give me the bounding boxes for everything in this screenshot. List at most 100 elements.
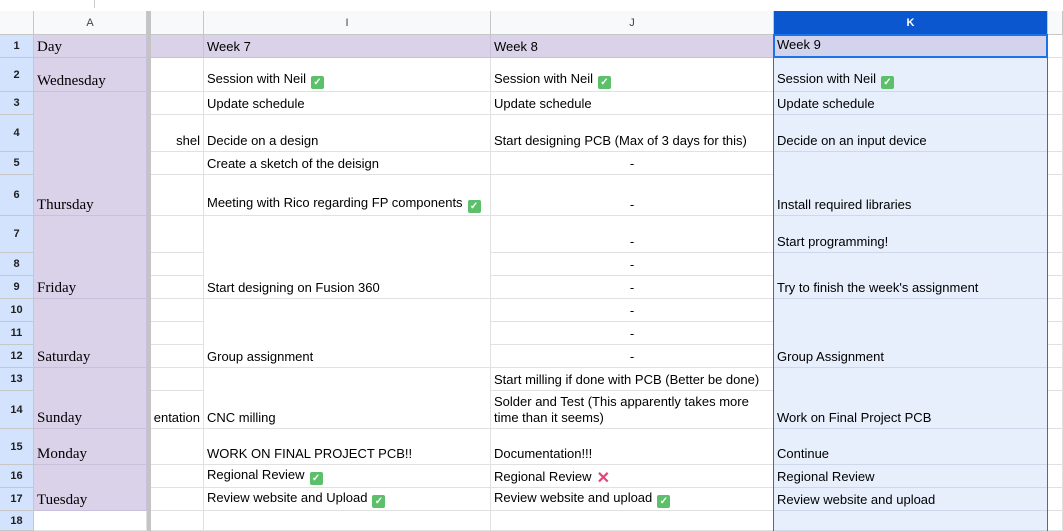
row-header-18[interactable]: 18 [0,511,34,531]
empty-cell[interactable] [1048,92,1063,115]
empty-cell[interactable] [1048,488,1063,511]
row-header-16[interactable]: 16 [0,465,34,488]
task-cell[interactable]: Try to finish the week's assignment [774,253,1048,299]
task-cell[interactable]: Documentation!!! [491,429,774,465]
task-cell[interactable]: Start designing PCB (Max of 3 days for t… [491,115,774,152]
task-cell[interactable]: - [491,322,774,345]
empty-cell[interactable] [204,511,491,531]
row-header-1[interactable]: 1 [0,35,34,58]
empty-cell[interactable] [491,511,774,531]
task-cell[interactable]: Start designing on Fusion 360 [204,216,491,299]
day-cell[interactable]: Tuesday [34,465,147,511]
row-header-2[interactable]: 2 [0,58,34,92]
week-header-cell[interactable]: Week 8 [491,35,774,58]
empty-cell[interactable] [151,276,204,299]
row-header-17[interactable]: 17 [0,488,34,511]
empty-cell[interactable] [151,465,204,488]
row-header-13[interactable]: 13 [0,368,34,391]
column-header-j[interactable]: J [491,11,774,35]
task-cell[interactable]: entation [151,391,204,429]
row-header-7[interactable]: 7 [0,216,34,253]
empty-cell[interactable] [1048,216,1063,253]
task-cell[interactable]: Review website and upload [774,488,1048,511]
task-cell[interactable]: - [491,276,774,299]
task-cell[interactable]: - [491,216,774,253]
task-cell[interactable]: CNC milling [204,368,491,429]
empty-cell[interactable] [1048,115,1063,152]
column-header-i[interactable]: I [204,11,491,35]
task-cell[interactable]: Session with Neil ✓ [774,58,1048,92]
empty-cell[interactable] [151,299,204,322]
task-cell[interactable]: Regional Review [774,465,1048,488]
empty-cell[interactable] [151,152,204,175]
task-cell[interactable]: Meeting with Rico regarding FP component… [204,175,491,216]
empty-cell[interactable] [1048,253,1063,276]
row-header-11[interactable]: 11 [0,322,34,345]
freeze-column-divider[interactable] [147,11,151,531]
task-cell[interactable]: shel [151,115,204,152]
task-cell[interactable]: Install required libraries [774,152,1048,216]
empty-cell[interactable] [151,175,204,216]
task-cell[interactable]: Start milling if done with PCB (Better b… [491,368,774,391]
column-header-a[interactable]: A [34,11,147,35]
column-header-k[interactable]: K [774,11,1048,35]
empty-cell[interactable] [151,322,204,345]
task-cell[interactable]: Solder and Test (This apparently takes m… [491,391,774,429]
task-cell[interactable]: Start programming! [774,216,1048,253]
row-header-6[interactable]: 6 [0,175,34,216]
task-cell[interactable]: Group Assignment [774,299,1048,368]
empty-cell[interactable] [1048,368,1063,391]
task-cell[interactable]: Update schedule [491,92,774,115]
task-cell[interactable]: Session with Neil ✓ [491,58,774,92]
task-cell[interactable]: Work on Final Project PCB [774,368,1048,429]
task-cell[interactable]: - [491,175,774,216]
empty-cell[interactable] [1048,299,1063,322]
empty-cell[interactable] [151,345,204,368]
task-cell[interactable]: Regional Review ✕ [491,465,774,488]
row-header-12[interactable]: 12 [0,345,34,368]
task-cell[interactable]: Review website and upload ✓ [491,488,774,511]
column-header-next[interactable] [1048,11,1063,35]
day-cell[interactable]: Saturday [34,299,147,368]
empty-cell[interactable] [1048,152,1063,175]
task-cell[interactable]: - [491,253,774,276]
row-header-15[interactable]: 15 [0,429,34,465]
empty-cell[interactable] [774,511,1048,531]
empty-cell[interactable] [1048,322,1063,345]
task-cell[interactable]: Session with Neil ✓ [204,58,491,92]
row-header-4[interactable]: 4 [0,115,34,152]
empty-cell[interactable] [1048,391,1063,429]
empty-cell[interactable] [34,511,147,531]
row-header-10[interactable]: 10 [0,299,34,322]
select-all-corner[interactable] [0,11,34,35]
row-header-8[interactable]: 8 [0,253,34,276]
task-cell[interactable]: - [491,345,774,368]
task-cell[interactable]: Update schedule [204,92,491,115]
row-header-3[interactable]: 3 [0,92,34,115]
task-cell[interactable]: Create a sketch of the deisign [204,152,491,175]
task-cell[interactable]: Decide on a design [204,115,491,152]
empty-cell[interactable] [1048,345,1063,368]
empty-cell[interactable] [1048,58,1063,92]
empty-cell[interactable] [151,429,204,465]
empty-cell[interactable] [1048,429,1063,465]
week-header-cell[interactable]: Week 7 [204,35,491,58]
week-header-cell[interactable]: Week 9 [774,35,1048,58]
row-header-14[interactable]: 14 [0,391,34,429]
day-cell[interactable]: Day [34,35,147,58]
day-cell[interactable]: Thursday [34,92,147,216]
empty-cell[interactable] [1048,511,1063,531]
day-cell[interactable]: Sunday [34,368,147,429]
day-cell[interactable]: Wednesday [34,58,147,92]
column-header-hidden[interactable] [151,11,204,35]
row-header-5[interactable]: 5 [0,152,34,175]
task-cell[interactable]: - [491,152,774,175]
empty-cell[interactable] [1048,276,1063,299]
task-cell[interactable]: Regional Review ✓ [204,465,491,488]
empty-cell[interactable] [151,58,204,92]
day-cell[interactable]: Friday [34,216,147,299]
empty-cell[interactable] [151,488,204,511]
empty-cell[interactable] [1048,35,1063,58]
task-cell[interactable]: - [491,299,774,322]
task-cell[interactable]: Continue [774,429,1048,465]
